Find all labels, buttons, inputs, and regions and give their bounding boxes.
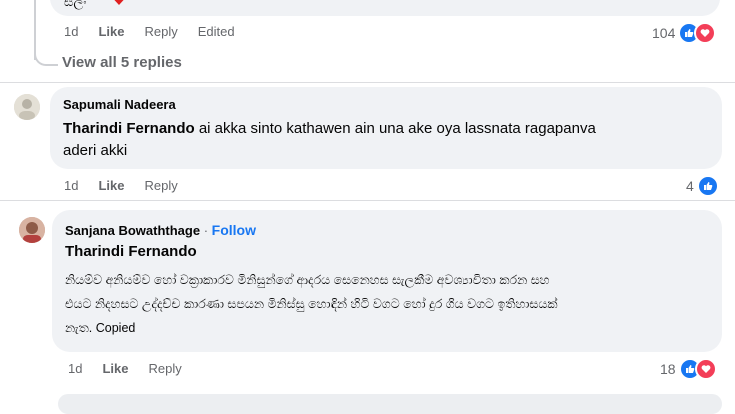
divider [0,200,735,201]
reply-button[interactable]: Reply [148,361,181,376]
love-reaction-icon [694,22,717,44]
comment-bubble-top: ස්ලං [50,0,720,16]
like-button[interactable]: Like [98,178,124,193]
thread-connector [34,40,58,66]
reply-button[interactable]: Reply [144,178,177,193]
reaction-summary[interactable]: 4 [686,175,719,197]
reaction-count: 18 [660,361,676,377]
top-comment-actions: 1d Like Reply Edited [64,24,255,39]
comment-header: Sanjana Bowaththage · Follow [65,222,256,238]
avatar[interactable] [19,217,45,243]
comment-actions: 1d Like Reply [68,361,202,376]
comment-time[interactable]: 1d [64,178,78,193]
comment-bubble: Sapumali Nadeera Tharindi Fernando ai ak… [50,87,722,169]
comment-body: නියම්ව අනියම්ව හෝ වක්‍රාකාරව මිනිසුන්ගේ … [65,268,715,340]
view-all-replies-link[interactable]: View all 5 replies [62,54,182,71]
separator-dot: · [203,223,209,238]
comment-author[interactable]: Sanjana Bowaththage [65,223,200,238]
edited-label: Edited [197,24,235,39]
comment-text-line1: නියම්ව අනියම්ව හෝ වක්‍රාකාරව මිනිසුන්ගේ … [65,273,550,287]
top-reaction-count[interactable]: 104 [652,22,717,44]
comment-time[interactable]: 1d [68,361,82,376]
comment-text-line3: නැත. Copied [65,321,136,335]
comment-author[interactable]: Sapumali Nadeera [63,97,176,112]
comment-text-line1: ai akka sinto kathawen ain una ake oya l… [198,120,596,137]
like-reaction-icon [696,175,719,197]
avatar[interactable] [14,94,40,120]
reaction-summary[interactable]: 18 [660,358,717,380]
mention-link[interactable]: Tharindi Fernando [63,120,195,137]
reaction-count: 4 [686,178,694,194]
heart-emoji-icon [112,0,126,6]
divider [0,82,735,83]
reaction-count: 104 [652,25,676,41]
comment-bubble-next [58,394,722,414]
comment-text-line2: එයට නිදහසට උද්දච්ච කාරණා සපයන මිනිස්සු හ… [65,297,558,311]
like-button[interactable]: Like [98,24,124,39]
like-button[interactable]: Like [102,361,128,376]
comment-time[interactable]: 1d [64,24,78,39]
comment-text-line2: aderi akki [63,142,128,159]
comment-bubble: Sanjana Bowaththage · Follow Tharindi Fe… [52,210,722,352]
love-reaction-icon [694,358,717,380]
follow-button[interactable]: Follow [212,222,256,238]
comment-body: Tharindi Fernando ai akka sinto kathawen… [63,118,713,162]
comment-text-tail: ස්ලං [64,0,87,9]
reply-button[interactable]: Reply [144,24,177,39]
comment-actions: 1d Like Reply [64,178,198,193]
mention-link[interactable]: Tharindi Fernando [65,243,197,260]
